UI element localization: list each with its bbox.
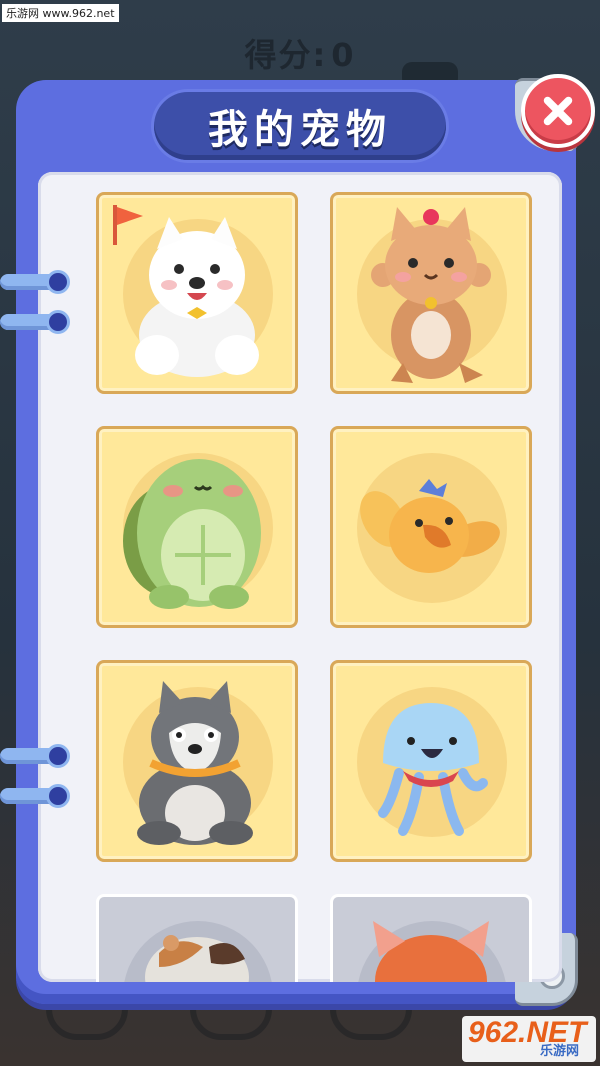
kitten-icon bbox=[371, 207, 491, 383]
jellyfish-icon bbox=[378, 703, 488, 836]
score-value: 0 bbox=[331, 36, 356, 74]
pet-card-samoyed[interactable] bbox=[96, 192, 298, 394]
pet-card-jellyfish[interactable] bbox=[330, 660, 532, 862]
flag-icon bbox=[113, 205, 143, 245]
hamster-icon bbox=[145, 935, 249, 982]
pet-card-fox[interactable] bbox=[330, 894, 532, 982]
husky-icon bbox=[137, 681, 253, 845]
site-logo: 962.NET 乐游网 bbox=[462, 1016, 596, 1062]
fox-icon bbox=[373, 921, 489, 982]
pet-card-husky[interactable] bbox=[96, 660, 298, 862]
pet-card-bird[interactable] bbox=[330, 426, 532, 628]
dialog-title-plate: 我的宠物 bbox=[154, 92, 446, 160]
score-display: 得分: 0 bbox=[0, 30, 600, 76]
watermark-text: 乐游网 www.962.net bbox=[2, 4, 119, 22]
pets-list[interactable] bbox=[38, 172, 562, 982]
pet-card-kitten[interactable] bbox=[330, 192, 532, 394]
close-button[interactable] bbox=[521, 74, 595, 148]
binder-ring bbox=[0, 744, 70, 770]
binder-ring bbox=[0, 310, 70, 336]
pet-card-turtle[interactable] bbox=[96, 426, 298, 628]
logo-subtext: 乐游网 bbox=[540, 1044, 580, 1059]
close-icon bbox=[543, 96, 573, 126]
score-label: 得分: bbox=[244, 36, 328, 74]
turtle-icon bbox=[123, 459, 261, 609]
bird-icon bbox=[360, 479, 500, 573]
pet-card-hamster[interactable] bbox=[96, 894, 298, 982]
dialog-title: 我的宠物 bbox=[208, 107, 392, 153]
binder-ring bbox=[0, 784, 70, 810]
binder-ring bbox=[0, 270, 70, 296]
